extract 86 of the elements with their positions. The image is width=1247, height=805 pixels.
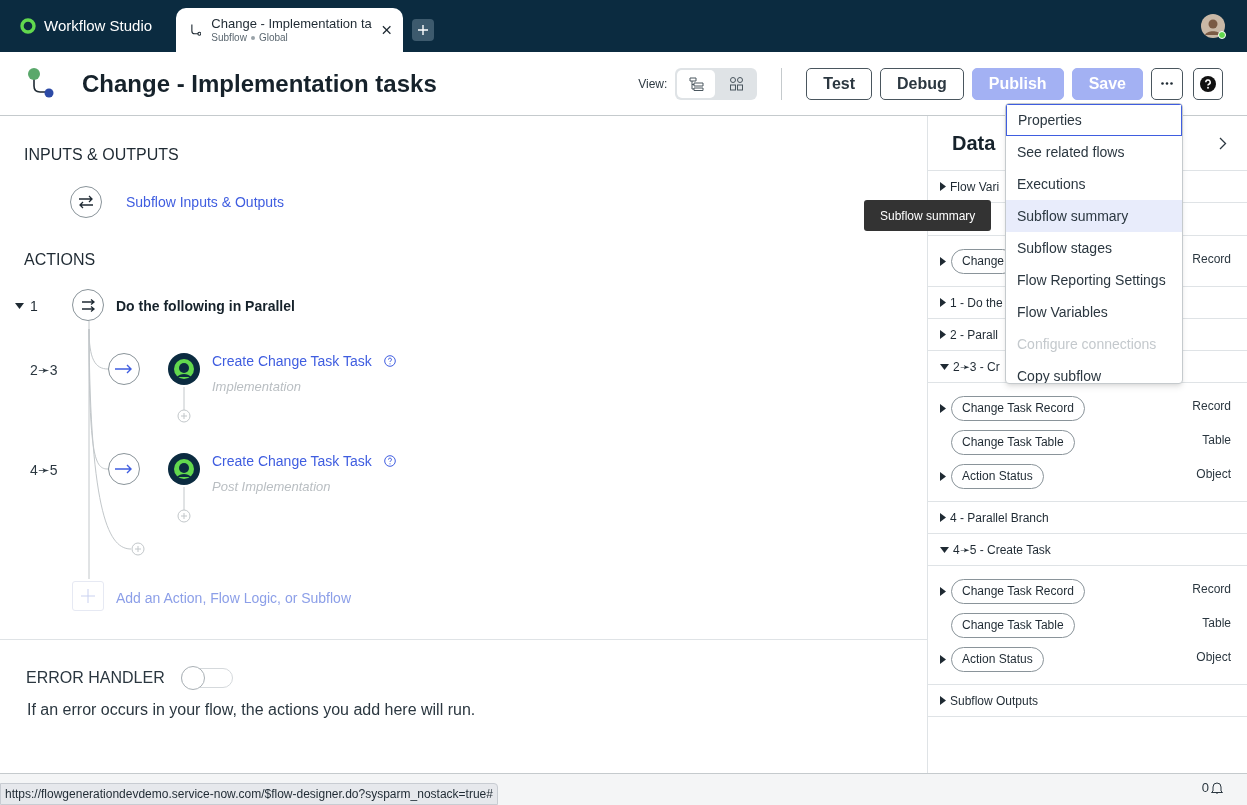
menu-item[interactable]: Flow Variables (1006, 296, 1182, 328)
action-annotation: Post Implementation (212, 478, 331, 496)
app-name: Workflow Studio (44, 15, 153, 36)
url-status: https://flowgenerationdevdemo.service-now.com/$flow-designer.do?sysparm_nostack=true# (0, 783, 498, 805)
menu-item[interactable]: Subflow summary (1006, 200, 1182, 232)
caret-icon[interactable] (940, 546, 949, 553)
panel-title: Data (952, 131, 996, 156)
tab-type: Subflow (211, 31, 247, 45)
section-label: 2➛3 - Cr (953, 358, 1000, 376)
dot-icon (250, 36, 255, 41)
parallel-icon (72, 289, 104, 321)
data-type: Table (1202, 432, 1231, 449)
section-label: 4 - Parallel Branch (950, 509, 1049, 527)
action-title[interactable]: Do the following in Parallel (116, 296, 295, 317)
list-view-icon (688, 76, 704, 91)
page-title: Change - Implementation tasks (82, 68, 437, 99)
error-handler-heading: ERROR HANDLER (26, 668, 165, 688)
bell-icon[interactable] (1211, 780, 1223, 794)
action-icon (168, 353, 200, 385)
action-icon (168, 453, 200, 485)
tab-scope: Global (258, 31, 288, 45)
plus-icon (418, 25, 429, 35)
step-number: 1 (30, 297, 38, 316)
menu-item[interactable]: See related flows (1006, 136, 1182, 168)
view-label: View: (638, 75, 668, 93)
chevron-right-icon[interactable] (1219, 136, 1227, 150)
caret-icon[interactable] (15, 303, 24, 309)
caret-icon[interactable] (940, 182, 946, 191)
help-icon (1200, 75, 1216, 92)
close-icon[interactable] (381, 25, 392, 35)
toolbar-button[interactable]: Debug (880, 67, 964, 100)
section-label: Subflow Outputs (950, 692, 1039, 710)
toolbar-button[interactable]: Test (806, 67, 873, 100)
menu-item[interactable]: Properties (1006, 104, 1182, 136)
menu-item[interactable]: Executions (1006, 168, 1182, 200)
data-type: Record (1192, 398, 1231, 415)
menu-item[interactable]: Copy subflow (1006, 360, 1182, 383)
data-section-header[interactable]: 4 - Parallel Branch (928, 502, 1247, 534)
caret-icon[interactable] (940, 654, 946, 664)
data-type: Table (1202, 615, 1231, 632)
data-type: Record (1192, 251, 1231, 268)
more-icon (1161, 82, 1173, 85)
step-number: 4➛5 (30, 461, 58, 480)
error-handler-description: If an error occurs in your flow, the actions you add here will run. (27, 700, 477, 720)
more-button[interactable] (1151, 67, 1183, 100)
help-icon[interactable] (384, 355, 396, 367)
caret-icon[interactable] (940, 256, 946, 266)
tooltip: Subflow summary (864, 200, 992, 231)
tab-title: Change - Implementation ta (211, 15, 372, 32)
caret-icon[interactable] (940, 403, 946, 413)
tab[interactable]: Change - Implementation ta Subflow Global (176, 8, 404, 52)
notification-count: 0 (1201, 778, 1209, 797)
subflow-inputs-link[interactable]: Subflow Inputs & Outputs (126, 191, 284, 213)
plus-icon (80, 588, 96, 604)
subflow-icon (190, 23, 202, 37)
caret-icon[interactable] (940, 586, 946, 596)
section-label: 4➛5 - Create Task (953, 541, 1051, 559)
view-mode-button[interactable] (677, 69, 716, 98)
data-type: Record (1192, 581, 1231, 598)
action-annotation: Implementation (212, 378, 301, 396)
caret-icon[interactable] (940, 513, 946, 522)
section-label: 1 - Do the (950, 294, 1003, 312)
diagram-view-icon (728, 76, 744, 91)
logo-icon (20, 18, 36, 34)
caret-icon[interactable] (940, 696, 946, 705)
caret-icon[interactable] (940, 298, 946, 307)
caret-icon[interactable] (940, 363, 949, 370)
caret-icon[interactable] (940, 330, 946, 339)
section-label: 2 - Parall (950, 326, 999, 344)
status-dot-icon (1218, 31, 1226, 39)
data-type: Object (1196, 466, 1231, 483)
error-handler-toggle[interactable] (180, 668, 233, 688)
action-link[interactable]: Create Change Task Task (212, 351, 372, 372)
data-section-header[interactable]: 4➛5 - Create Task (928, 534, 1247, 566)
data-section-header[interactable]: Subflow Outputs (928, 685, 1247, 717)
help-icon[interactable] (384, 455, 396, 467)
section-heading: ACTIONS (24, 250, 97, 270)
help-button[interactable] (1193, 67, 1223, 100)
avatar[interactable] (1201, 14, 1225, 38)
section-heading: INPUTS & OUTPUTS (24, 145, 180, 165)
caret-icon[interactable] (940, 471, 946, 481)
section-label: Flow Vari (950, 178, 1000, 196)
data-type: Object (1196, 649, 1231, 666)
step-number: 2➛3 (30, 361, 58, 380)
action-link[interactable]: Create Change Task Task (212, 451, 372, 472)
new-tab-button[interactable] (412, 19, 435, 41)
